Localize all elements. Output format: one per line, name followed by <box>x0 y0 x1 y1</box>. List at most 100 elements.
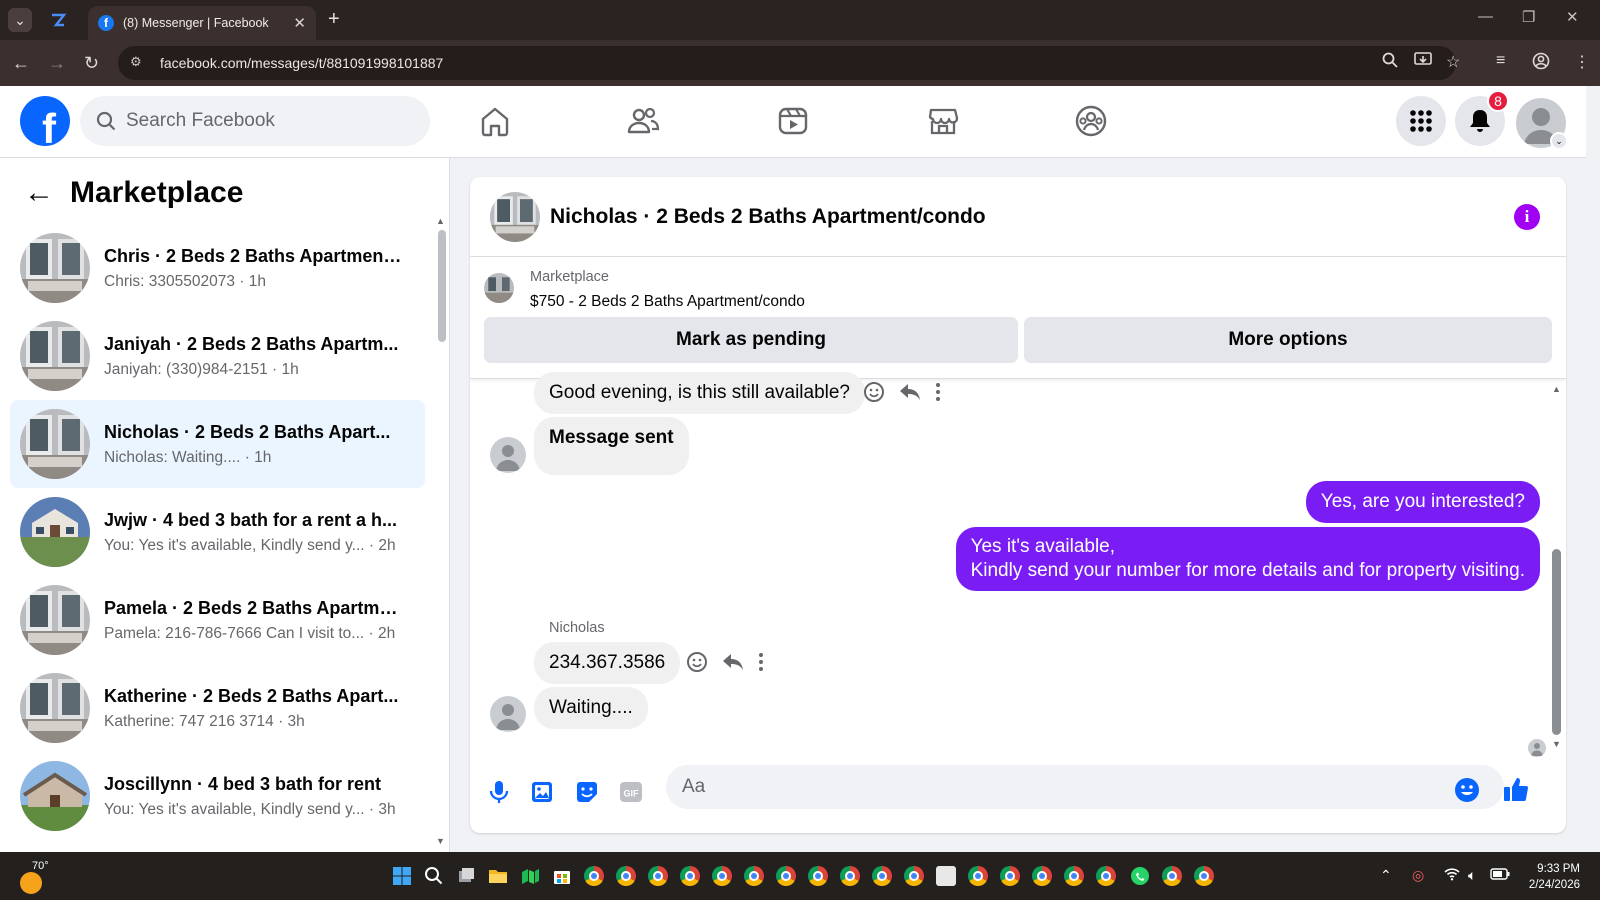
photo-icon[interactable] <box>530 779 556 805</box>
groups-icon[interactable] <box>1074 104 1108 138</box>
mark-as-pending-button[interactable]: Mark as pending <box>484 317 1018 363</box>
notifications-button[interactable]: 8 <box>1455 90 1509 146</box>
minimize-button[interactable]: — <box>1478 8 1493 25</box>
chrome-taskbar-icon[interactable] <box>776 866 796 886</box>
chrome-taskbar-icon[interactable] <box>1032 866 1052 886</box>
search-input[interactable] <box>126 110 406 132</box>
menu-grid-button[interactable] <box>1396 96 1446 146</box>
sticker-icon[interactable] <box>574 779 600 805</box>
whatsapp-icon[interactable] <box>1130 866 1150 886</box>
back-button[interactable]: ← <box>12 53 30 73</box>
clock[interactable]: 9:33 PM 2/24/2026 <box>1529 861 1580 893</box>
like-thumbs-up-icon[interactable] <box>1502 775 1530 803</box>
conversation-item[interactable]: Pamela · 2 Beds 2 Baths Apartme... Pamela… <box>10 576 425 664</box>
marketplace-icon[interactable] <box>926 104 960 138</box>
message-sent-bubble[interactable]: Message sent <box>534 417 689 475</box>
chat-scroll-up-icon[interactable]: ▲ <box>1552 384 1561 394</box>
emoji-icon[interactable] <box>1454 777 1480 803</box>
back-arrow-icon[interactable]: ← <box>24 176 54 210</box>
message-incoming-waiting[interactable]: Waiting.... <box>534 687 648 729</box>
chrome-taskbar-icon[interactable] <box>1194 866 1214 886</box>
more-vertical-icon[interactable] <box>758 652 764 672</box>
gif-icon[interactable]: GIF <box>618 779 644 805</box>
home-icon[interactable] <box>478 104 512 138</box>
sender-avatar[interactable] <box>490 696 526 732</box>
chrome-taskbar-icon[interactable] <box>808 866 828 886</box>
browser-tab-active[interactable]: f (8) Messenger | Facebook ✕ <box>88 6 316 40</box>
chrome-taskbar-icon[interactable] <box>840 866 860 886</box>
tray-overflow-icon[interactable]: ⌃ <box>1380 867 1392 884</box>
task-view-icon[interactable] <box>456 866 476 886</box>
profile-icon[interactable] <box>1532 52 1550 75</box>
listing-price-title[interactable]: $750 - 2 Beds 2 Baths Apartment/condo <box>530 293 805 311</box>
money-app-icon[interactable] <box>520 866 540 886</box>
chrome-taskbar-icon[interactable] <box>648 866 668 886</box>
chrome-taskbar-icon[interactable] <box>616 866 636 886</box>
install-app-icon[interactable] <box>1414 52 1432 73</box>
more-options-button[interactable]: More options <box>1024 317 1552 363</box>
reply-icon[interactable] <box>722 652 744 672</box>
message-outgoing[interactable]: Yes, are you interested? <box>1305 481 1540 523</box>
zoom-icon[interactable] <box>1382 52 1398 73</box>
reload-button[interactable]: ↻ <box>84 53 99 73</box>
close-tab-icon[interactable]: ✕ <box>293 14 306 32</box>
windows-start-icon[interactable] <box>392 866 412 886</box>
chrome-taskbar-icon[interactable] <box>872 866 892 886</box>
search-taskbar-icon[interactable] <box>424 866 444 886</box>
message-outgoing-multiline[interactable]: Yes it's available, Kindly send your num… <box>955 527 1540 591</box>
scroll-down-icon[interactable]: ▼ <box>436 836 445 846</box>
message-incoming-phone[interactable]: 234.367.3586 <box>534 642 681 684</box>
store-icon[interactable] <box>552 866 572 886</box>
chrome-taskbar-icon[interactable] <box>1162 866 1182 886</box>
react-emoji-icon[interactable] <box>863 381 885 403</box>
chat-scrollbar[interactable] <box>1552 549 1561 735</box>
conversation-item[interactable]: Janiyah · 2 Beds 2 Baths Apartm... Janiya… <box>10 312 425 400</box>
browser-app-icon[interactable] <box>46 8 70 32</box>
volume-icon[interactable]: 🔈︎ <box>1468 867 1476 884</box>
chat-title[interactable]: Nicholas · 2 Beds 2 Baths Apartment/cond… <box>550 205 986 229</box>
chrome-taskbar-icon[interactable] <box>744 866 764 886</box>
reply-icon[interactable] <box>899 382 921 402</box>
more-vertical-icon[interactable] <box>935 382 941 402</box>
chrome-taskbar-icon[interactable] <box>1064 866 1084 886</box>
sidebar-scrollbar[interactable] <box>438 230 446 342</box>
conversation-item[interactable]: Jwjw · 4 bed 3 bath for a rent a h... You… <box>10 488 425 576</box>
bookmark-star-icon[interactable]: ☆ <box>1446 52 1460 72</box>
conversation-item[interactable]: Chris · 2 Beds 2 Baths Apartment... Chris… <box>10 224 425 312</box>
media-app-taskbar-icon[interactable] <box>936 866 956 886</box>
battery-icon[interactable] <box>1490 867 1510 883</box>
weather-temperature[interactable]: 70° <box>32 860 49 872</box>
chat-scroll-down-icon[interactable]: ▼ <box>1552 739 1561 749</box>
chrome-taskbar-icon[interactable] <box>1096 866 1116 886</box>
search-box[interactable] <box>80 96 430 146</box>
sender-avatar[interactable] <box>490 437 526 473</box>
conversation-item[interactable]: Nicholas · 2 Beds 2 Baths Apart... Nichol… <box>10 400 425 488</box>
close-window-button[interactable]: ✕ <box>1566 8 1579 26</box>
chrome-taskbar-icon[interactable] <box>680 866 700 886</box>
chrome-taskbar-icon[interactable] <box>1000 866 1020 886</box>
message-input[interactable] <box>682 776 1442 798</box>
facebook-logo-icon[interactable]: f <box>20 96 70 146</box>
new-tab-button[interactable]: + <box>328 8 340 31</box>
chrome-taskbar-icon[interactable] <box>584 866 604 886</box>
media-control-icon[interactable]: ≡ <box>1496 52 1505 70</box>
friends-icon[interactable] <box>626 104 660 138</box>
conversation-item[interactable]: Katherine · 2 Beds 2 Baths Apart... Kathe… <box>10 664 425 752</box>
weather-icon[interactable] <box>20 872 42 894</box>
microphone-icon[interactable] <box>486 779 512 805</box>
message-incoming[interactable]: Good evening, is this still available? <box>534 372 866 414</box>
conversation-item[interactable]: Joscillynn · 4 bed 3 bath for rent You: Y… <box>10 752 425 840</box>
tab-search-button[interactable]: ⌄ <box>8 8 32 32</box>
forward-button[interactable]: → <box>48 53 66 73</box>
account-menu-chevron-icon[interactable]: ⌄ <box>1550 132 1568 150</box>
wifi-icon[interactable] <box>1444 867 1460 884</box>
browser-menu-icon[interactable]: ⋮ <box>1574 52 1590 72</box>
omnibox[interactable]: ⚙ facebook.com/messages/t/88109199810188… <box>118 46 1456 80</box>
listing-small-thumbnail[interactable] <box>484 273 514 303</box>
chrome-taskbar-icon[interactable] <box>904 866 924 886</box>
listing-thumbnail[interactable] <box>490 191 540 242</box>
chrome-taskbar-icon[interactable] <box>712 866 732 886</box>
react-emoji-icon[interactable] <box>686 651 708 673</box>
tray-app-icon[interactable]: ◎ <box>1412 867 1424 884</box>
file-explorer-icon[interactable] <box>488 866 508 886</box>
